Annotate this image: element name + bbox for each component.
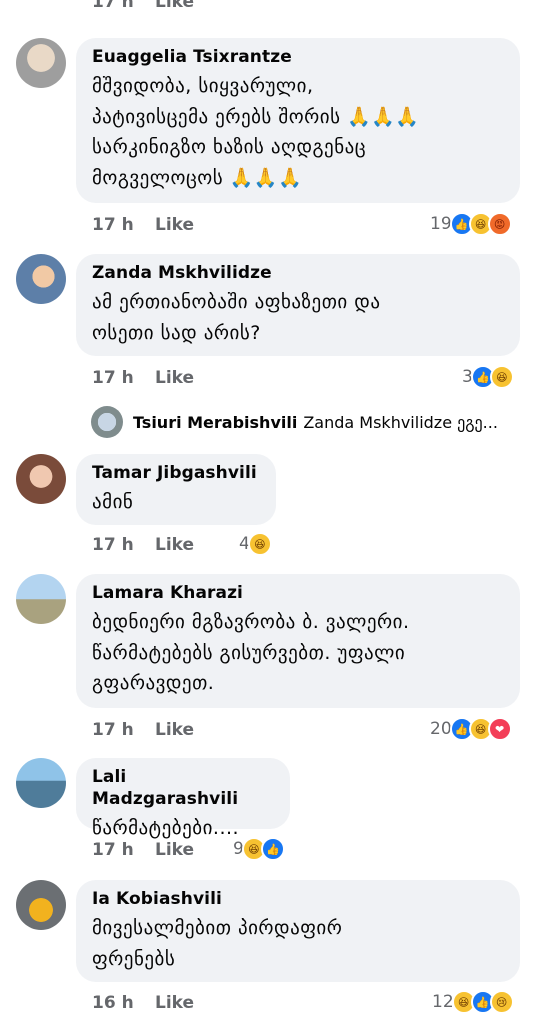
comment-text: მივესალმებით პირდაფირ ფრენებს bbox=[92, 913, 504, 974]
comment-time: 16 h bbox=[92, 993, 134, 1013]
comment-line: ფრენებს bbox=[92, 947, 176, 970]
like-link[interactable]: Like bbox=[155, 993, 194, 1013]
avatar[interactable] bbox=[16, 454, 66, 504]
reaction-summary[interactable]: 20 👍 😆 ❤ bbox=[430, 717, 512, 741]
comment-time: 17 h bbox=[92, 0, 134, 12]
reply-author[interactable]: Tsiuri Merabishvili bbox=[133, 413, 297, 432]
avatar[interactable] bbox=[16, 880, 66, 930]
comment-line: პატივისცემა ერებს შორის 🙏🙏🙏 bbox=[92, 105, 420, 128]
comment-bubble: Zanda Mskhvilidze ამ ერთიანობაში აფხაზეთ… bbox=[76, 254, 520, 356]
like-link[interactable]: Like bbox=[155, 720, 194, 740]
reaction-count: 19 bbox=[430, 214, 452, 234]
comment-text: ბედნიერი მგზავრობა ბ. ვალერი. წარმატებებ… bbox=[92, 607, 504, 699]
reply-avatar bbox=[91, 406, 123, 438]
like-link[interactable]: Like bbox=[155, 535, 194, 555]
sad-reaction-icon: 😢 bbox=[489, 990, 514, 1014]
comment-author[interactable]: Ia Kobiashvili bbox=[92, 888, 504, 910]
reaction-summary[interactable]: 19 👍 😆 😡 bbox=[430, 212, 512, 236]
reaction-summary[interactable]: 3 👍 😆 bbox=[462, 365, 514, 389]
comment-line: გფარავდეთ. bbox=[92, 672, 215, 694]
angry-reaction-icon: 😡 bbox=[487, 212, 512, 236]
comment-line: ბედნიერი მგზავრობა ბ. ვალერი. bbox=[92, 611, 410, 633]
like-link[interactable]: Like bbox=[155, 368, 194, 388]
comment-line: ოსეთი სად არის? bbox=[92, 321, 261, 344]
comment-line: სარკინიგზო ხაზის აღდგენაც bbox=[92, 136, 367, 158]
comment-bubble: Euaggelia Tsixrantze მშვიდობა, სიყვარული… bbox=[76, 38, 520, 203]
comment-time: 17 h bbox=[92, 840, 134, 860]
haha-reaction-icon: 😆 bbox=[247, 532, 272, 556]
comment-author[interactable]: Euaggelia Tsixrantze bbox=[92, 46, 504, 68]
comment-author[interactable]: Lamara Kharazi bbox=[92, 582, 504, 604]
comment-author[interactable]: Zanda Mskhvilidze bbox=[92, 262, 504, 284]
comment-time: 17 h bbox=[92, 535, 134, 555]
like-link[interactable]: Like bbox=[155, 215, 194, 235]
comment-bubble: Lamara Kharazi ბედნიერი მგზავრობა ბ. ვალ… bbox=[76, 574, 520, 708]
comment-time: 17 h bbox=[92, 720, 134, 740]
comment-time: 17 h bbox=[92, 215, 134, 235]
reaction-summary[interactable]: 9 😆 👍 bbox=[233, 837, 285, 861]
comment-text: ამ ერთიანობაში აფხაზეთი და ოსეთი სად არი… bbox=[92, 287, 504, 348]
comment-text: მშვიდობა, სიყვარული, პატივისცემა ერებს შ… bbox=[92, 71, 504, 193]
love-reaction-icon: ❤ bbox=[487, 717, 512, 741]
avatar[interactable] bbox=[16, 254, 66, 304]
comment-text: ამინ bbox=[92, 487, 260, 518]
comment-line: ამ ერთიანობაში აფხაზეთი და bbox=[92, 291, 381, 313]
comment-bubble: Tamar Jibgashvili ამინ bbox=[76, 454, 276, 525]
comment-bubble: Ia Kobiashvili მივესალმებით პირდაფირ ფრე… bbox=[76, 880, 520, 982]
reaction-count: 12 bbox=[432, 992, 454, 1012]
like-link[interactable]: Like bbox=[155, 0, 194, 12]
reply-text: Zanda Mskhvilidze ეგე... bbox=[303, 412, 498, 432]
comment-line: ამინ bbox=[92, 491, 134, 513]
avatar[interactable] bbox=[16, 758, 66, 808]
avatar[interactable] bbox=[16, 574, 66, 624]
comment-line: მშვიდობა, სიყვარული, bbox=[92, 75, 314, 97]
like-reaction-icon: 👍 bbox=[260, 837, 285, 861]
comment-author[interactable]: Lali Madzgarashvili bbox=[92, 766, 274, 810]
comment-line: მოგველოცოს 🙏🙏🙏 bbox=[92, 166, 303, 189]
comment-bubble: Lali Madzgarashvili წარმატებები.... bbox=[76, 758, 290, 839]
avatar[interactable] bbox=[16, 38, 66, 88]
reaction-summary[interactable]: 12 😆 👍 😢 bbox=[432, 990, 514, 1014]
comment-author[interactable]: Tamar Jibgashvili bbox=[92, 462, 260, 484]
reaction-summary[interactable]: 4 😆 bbox=[239, 532, 272, 556]
like-link[interactable]: Like bbox=[155, 840, 194, 860]
comment-line: წარმატებებს გისურვებთ. უფალი bbox=[92, 641, 406, 664]
comment-line: მივესალმებით პირდაფირ bbox=[92, 917, 343, 939]
reaction-count: 20 bbox=[430, 719, 452, 739]
reply-preview[interactable]: Tsiuri Merabishvili Zanda Mskhvilidze ეგ… bbox=[91, 406, 498, 438]
haha-reaction-icon: 😆 bbox=[489, 365, 514, 389]
comment-time: 17 h bbox=[92, 368, 134, 388]
